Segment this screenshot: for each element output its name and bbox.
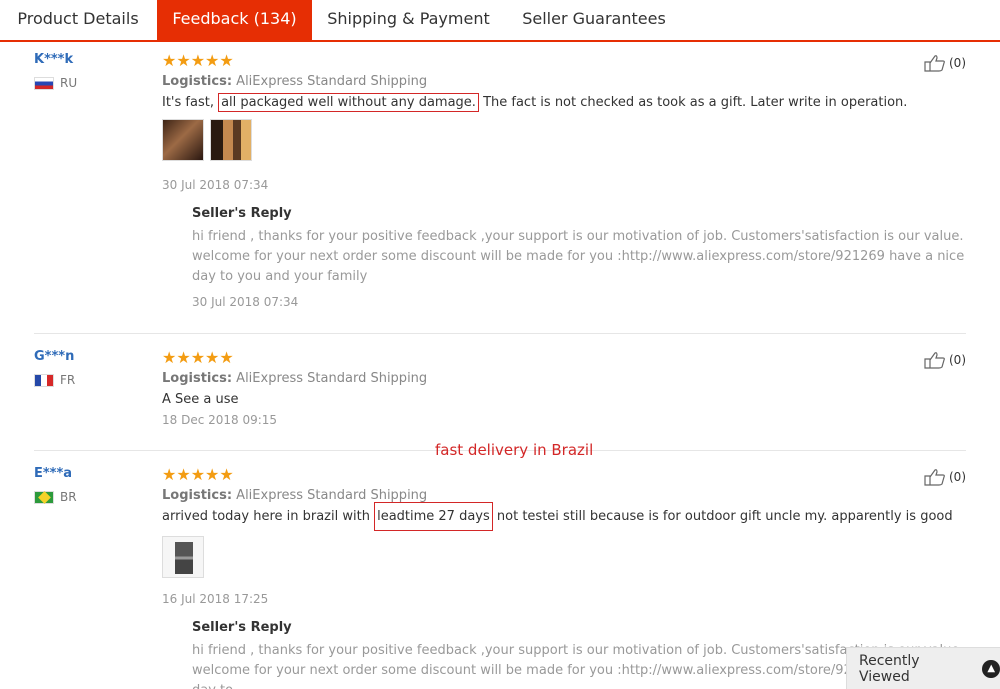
tab-feedback[interactable]: Feedback (134) [157, 0, 312, 40]
reviewer-name[interactable]: E***a [34, 466, 72, 481]
review-text: arrived today here in brazil with leadti… [162, 502, 962, 531]
seller-reply-title: Seller's Reply [192, 206, 292, 221]
reviewer-country: FR [34, 373, 75, 387]
review-text: A See a use [162, 392, 239, 407]
logistics-value: AliExpress Standard Shipping [236, 488, 428, 503]
helpful-button[interactable]: (0) [924, 351, 966, 369]
seller-reply: Seller's Reply hi friend , thanks for yo… [192, 206, 972, 309]
star-rating: ★★★★★ [162, 348, 234, 367]
thumbs-up-icon [924, 352, 945, 369]
country-code: RU [60, 76, 78, 90]
tab-seller-guarantees[interactable]: Seller Guarantees [505, 0, 683, 40]
logistics-label: Logistics: [162, 74, 233, 89]
review-photo[interactable] [162, 536, 204, 578]
review-date: 16 Jul 2018 17:25 [162, 592, 269, 606]
seller-reply-date: 30 Jul 2018 07:34 [192, 295, 299, 309]
star-rating: ★★★★★ [162, 465, 234, 484]
logistics-info: Logistics: AliExpress Standard Shipping [162, 371, 962, 386]
review-body: ★★★★★ Logistics: AliExpress Standard Shi… [162, 348, 962, 428]
highlighted-text: all packaged well without any damage. [218, 93, 479, 112]
star-rating: ★★★★★ [162, 51, 234, 70]
helpful-button[interactable]: (0) [924, 54, 966, 72]
review-date: 30 Jul 2018 07:34 [162, 178, 269, 192]
tab-shipping-payment[interactable]: Shipping & Payment [312, 0, 505, 40]
review-body: ★★★★★ Logistics: AliExpress Standard Shi… [162, 465, 964, 689]
review-text: It's fast, all packaged well without any… [162, 93, 962, 112]
review-text-end: The fact is not checked as took as a gif… [478, 95, 908, 110]
review-body: ★★★★★ Logistics: AliExpress Standard Shi… [162, 51, 964, 309]
review-date: 18 Dec 2018 09:15 [162, 413, 278, 427]
seller-reply-title: Seller's Reply [192, 620, 292, 635]
helpful-count: (0) [949, 353, 966, 367]
helpful-count: (0) [949, 470, 966, 484]
recently-viewed-button[interactable]: Recently Viewed ▲ [846, 647, 1000, 689]
thumbs-up-icon [924, 55, 945, 72]
annotation-text: fast delivery in Brazil [435, 441, 594, 459]
review-photos [162, 536, 962, 578]
review-photos [162, 119, 962, 161]
tab-product-details[interactable]: Product Details [0, 0, 156, 40]
review-item: K***k RU ★★★★★ Logistics: AliExpress Sta… [34, 52, 966, 322]
reviewer-name[interactable]: K***k [34, 52, 73, 67]
brazil-flag-icon [34, 490, 54, 504]
logistics-info: Logistics: AliExpress Standard Shipping [162, 488, 962, 503]
logistics-label: Logistics: [162, 371, 233, 386]
review-text-start: It's fast, [162, 95, 219, 110]
country-code: BR [60, 490, 77, 504]
reviewer-country: RU [34, 76, 77, 90]
russia-flag-icon [34, 76, 54, 90]
seller-reply-text: hi friend , thanks for your positive fee… [192, 229, 965, 284]
helpful-count: (0) [949, 56, 966, 70]
product-tabs: Product Details Feedback (134) Shipping … [0, 0, 1000, 42]
france-flag-icon [34, 373, 54, 387]
thumbs-up-icon [924, 469, 945, 486]
logistics-value: AliExpress Standard Shipping [236, 371, 428, 386]
review-item: G***n FR ★★★★★ Logistics: AliExpress Sta… [34, 349, 966, 439]
review-divider [34, 333, 966, 334]
review-text-start: arrived today here in brazil with [162, 509, 375, 524]
reviewer-name[interactable]: G***n [34, 349, 74, 364]
recently-viewed-label: Recently Viewed [859, 652, 920, 685]
logistics-label: Logistics: [162, 488, 233, 503]
logistics-info: Logistics: AliExpress Standard Shipping [162, 74, 962, 89]
review-photo[interactable] [210, 119, 252, 161]
review-photo[interactable] [162, 119, 204, 161]
helpful-button[interactable]: (0) [924, 468, 966, 486]
highlighted-text: leadtime 27 days [374, 502, 493, 531]
logistics-value: AliExpress Standard Shipping [236, 74, 428, 89]
reviewer-country: BR [34, 490, 77, 504]
review-text-end: not testei still because is for outdoor … [492, 509, 953, 524]
chevron-up-icon: ▲ [982, 659, 1000, 678]
country-code: FR [60, 373, 76, 387]
review-item: E***a BR ★★★★★ Logistics: AliExpress Sta… [34, 466, 966, 689]
